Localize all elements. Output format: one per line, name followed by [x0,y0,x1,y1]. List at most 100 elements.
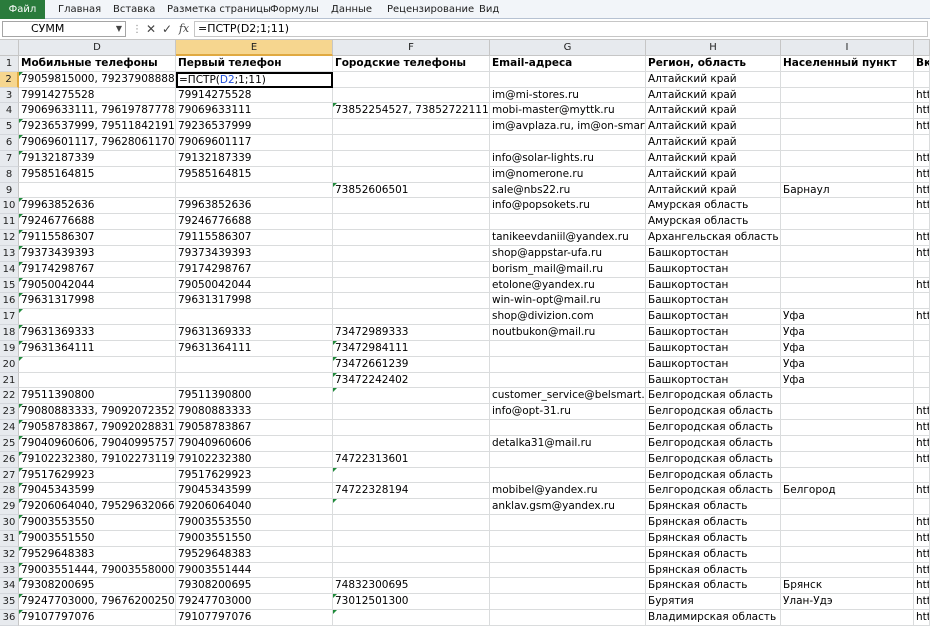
table-cell[interactable]: Брянская область [646,499,781,516]
cancel-icon[interactable]: ✕ [144,21,158,37]
table-cell[interactable]: mobi-master@myttk.ru [490,103,646,120]
table-cell[interactable] [914,467,930,484]
tab-view[interactable]: Вид [479,0,499,19]
table-cell[interactable] [914,135,930,151]
row-header[interactable]: 30 [0,515,19,531]
table-cell[interactable] [490,594,646,611]
select-all-corner[interactable] [0,40,19,56]
table-cell[interactable] [333,245,490,262]
table-cell[interactable]: Алтайский край [646,182,781,199]
table-cell[interactable]: htt [914,198,930,215]
table-cell[interactable] [19,182,176,199]
active-cell-editor[interactable]: =ПСТР(D2;1;11) [176,71,333,88]
table-cell[interactable]: 79236537999 [176,119,333,136]
table-cell[interactable]: 79058783867 [176,420,333,436]
table-cell[interactable]: htt [914,451,930,468]
table-cell[interactable] [914,261,930,278]
table-cell[interactable]: Уфа [781,340,914,357]
table-cell[interactable] [914,340,930,357]
tab-formulas[interactable]: Формулы [270,0,319,19]
table-cell[interactable] [781,135,914,151]
table-cell[interactable]: Уфа [781,309,914,326]
table-cell[interactable] [914,325,930,341]
table-cell[interactable]: Башкортостан [646,293,781,310]
table-cell[interactable] [333,420,490,436]
tab-page-layout[interactable]: Разметка страницы [167,0,271,19]
table-cell[interactable]: htt [914,420,930,436]
table-cell[interactable]: 73472661239 [333,356,490,373]
row-header[interactable]: 14 [0,261,19,278]
table-cell[interactable]: 79058783867, 79092028831, 7909 [19,420,176,436]
column-title-cell[interactable]: Email-адреса [490,56,646,72]
table-cell[interactable]: 79003551444 [176,562,333,579]
column-header-i[interactable]: I [781,40,914,56]
spreadsheet-grid[interactable]: D E F G H I 1 Мобильные телефоны Первый телефон Г… [0,40,930,626]
table-cell[interactable] [781,245,914,262]
table-cell[interactable]: Брянская область [646,546,781,563]
table-cell[interactable]: 79050042044 [19,277,176,294]
table-cell[interactable] [333,214,490,231]
table-cell[interactable]: Барнаул [781,182,914,199]
table-cell[interactable]: Башкортостан [646,372,781,389]
table-cell[interactable] [490,451,646,468]
table-cell[interactable]: 79003553550 [176,515,333,531]
table-cell[interactable]: 79631317998 [176,293,333,310]
table-cell[interactable]: htt [914,87,930,104]
table-cell[interactable]: Белгородская область [646,420,781,436]
table-cell[interactable]: 79080883333 [176,404,333,421]
table-cell[interactable]: htt [914,182,930,199]
table-cell[interactable]: htt [914,562,930,579]
table-cell[interactable]: Алтайский край [646,150,781,167]
table-cell[interactable] [781,230,914,246]
table-cell[interactable]: 73472242402 [333,372,490,389]
chevron-down-icon[interactable]: ▼ [116,22,122,36]
table-cell[interactable] [490,340,646,357]
table-cell[interactable]: noutbukon@mail.ru [490,325,646,341]
table-cell[interactable]: Башкортостан [646,356,781,373]
table-cell[interactable]: 79529648383 [176,546,333,563]
table-cell[interactable] [490,356,646,373]
name-box[interactable]: СУММ ▼ [2,21,126,37]
table-cell[interactable]: htt [914,546,930,563]
table-cell[interactable] [914,372,930,389]
table-cell[interactable]: im@nomerone.ru [490,166,646,183]
column-header-h[interactable]: H [646,40,781,56]
table-cell[interactable] [333,230,490,246]
table-cell[interactable]: Алтайский край [646,87,781,104]
table-cell[interactable]: htt [914,166,930,183]
table-cell[interactable]: 79003551444, 79003558000 [19,562,176,579]
table-cell[interactable]: htt [914,245,930,262]
table-cell[interactable] [781,214,914,231]
table-cell[interactable]: Уфа [781,325,914,341]
table-cell[interactable]: 79308200695 [176,578,333,595]
table-cell[interactable] [781,277,914,294]
table-cell[interactable] [333,150,490,167]
table-cell[interactable]: htt [914,230,930,246]
table-cell[interactable]: 79373439393 [176,245,333,262]
table-cell[interactable] [781,404,914,421]
row-header[interactable]: 7 [0,150,19,167]
table-cell[interactable] [781,87,914,104]
column-header-j[interactable] [914,40,930,56]
table-cell[interactable] [490,578,646,595]
table-cell[interactable]: htt [914,103,930,120]
table-cell[interactable] [333,562,490,579]
table-cell[interactable]: 79003553550 [19,515,176,531]
table-cell[interactable]: Белгородская область [646,404,781,421]
table-cell[interactable]: im@avplaza.ru, im@on-smart.ru [490,119,646,136]
table-cell[interactable] [914,214,930,231]
table-cell[interactable] [490,562,646,579]
table-cell[interactable]: 79585164815 [19,166,176,183]
table-cell[interactable]: 79511390800 [19,388,176,405]
table-cell[interactable]: Башкортостан [646,325,781,341]
table-cell[interactable]: 79174298767 [19,261,176,278]
table-cell[interactable]: 79003551550 [176,530,333,547]
table-cell[interactable] [333,261,490,278]
table-cell[interactable] [781,530,914,547]
row-header[interactable]: 17 [0,309,19,326]
table-cell[interactable]: htt [914,594,930,611]
table-cell[interactable] [19,372,176,389]
table-cell[interactable] [781,467,914,484]
table-cell[interactable] [781,150,914,167]
table-cell[interactable]: htt [914,404,930,421]
